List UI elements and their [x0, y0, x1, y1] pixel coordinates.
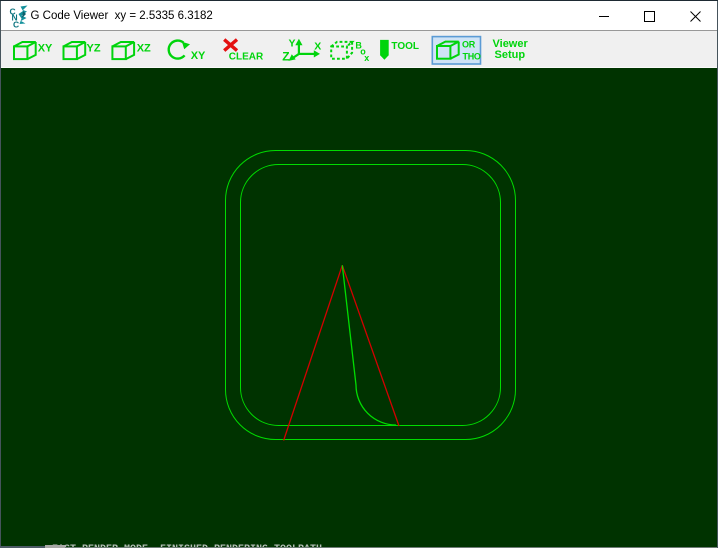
svg-text:THO: THO	[463, 51, 481, 61]
svg-text:Y: Y	[289, 38, 296, 50]
svg-text:XY: XY	[191, 50, 206, 62]
svg-text:Setup: Setup	[495, 49, 526, 61]
svg-text:XY: XY	[38, 42, 53, 54]
svg-text:x: x	[364, 53, 369, 63]
svg-text:OR: OR	[462, 40, 476, 50]
svg-text:TOOL: TOOL	[391, 41, 419, 52]
svg-text:XZ: XZ	[137, 42, 151, 54]
svg-text:Z: Z	[282, 49, 289, 63]
svg-text:X: X	[314, 41, 321, 53]
svg-text:C: C	[13, 20, 19, 30]
svg-text:YZ: YZ	[87, 42, 101, 54]
svg-text:CLEAR: CLEAR	[229, 51, 264, 62]
